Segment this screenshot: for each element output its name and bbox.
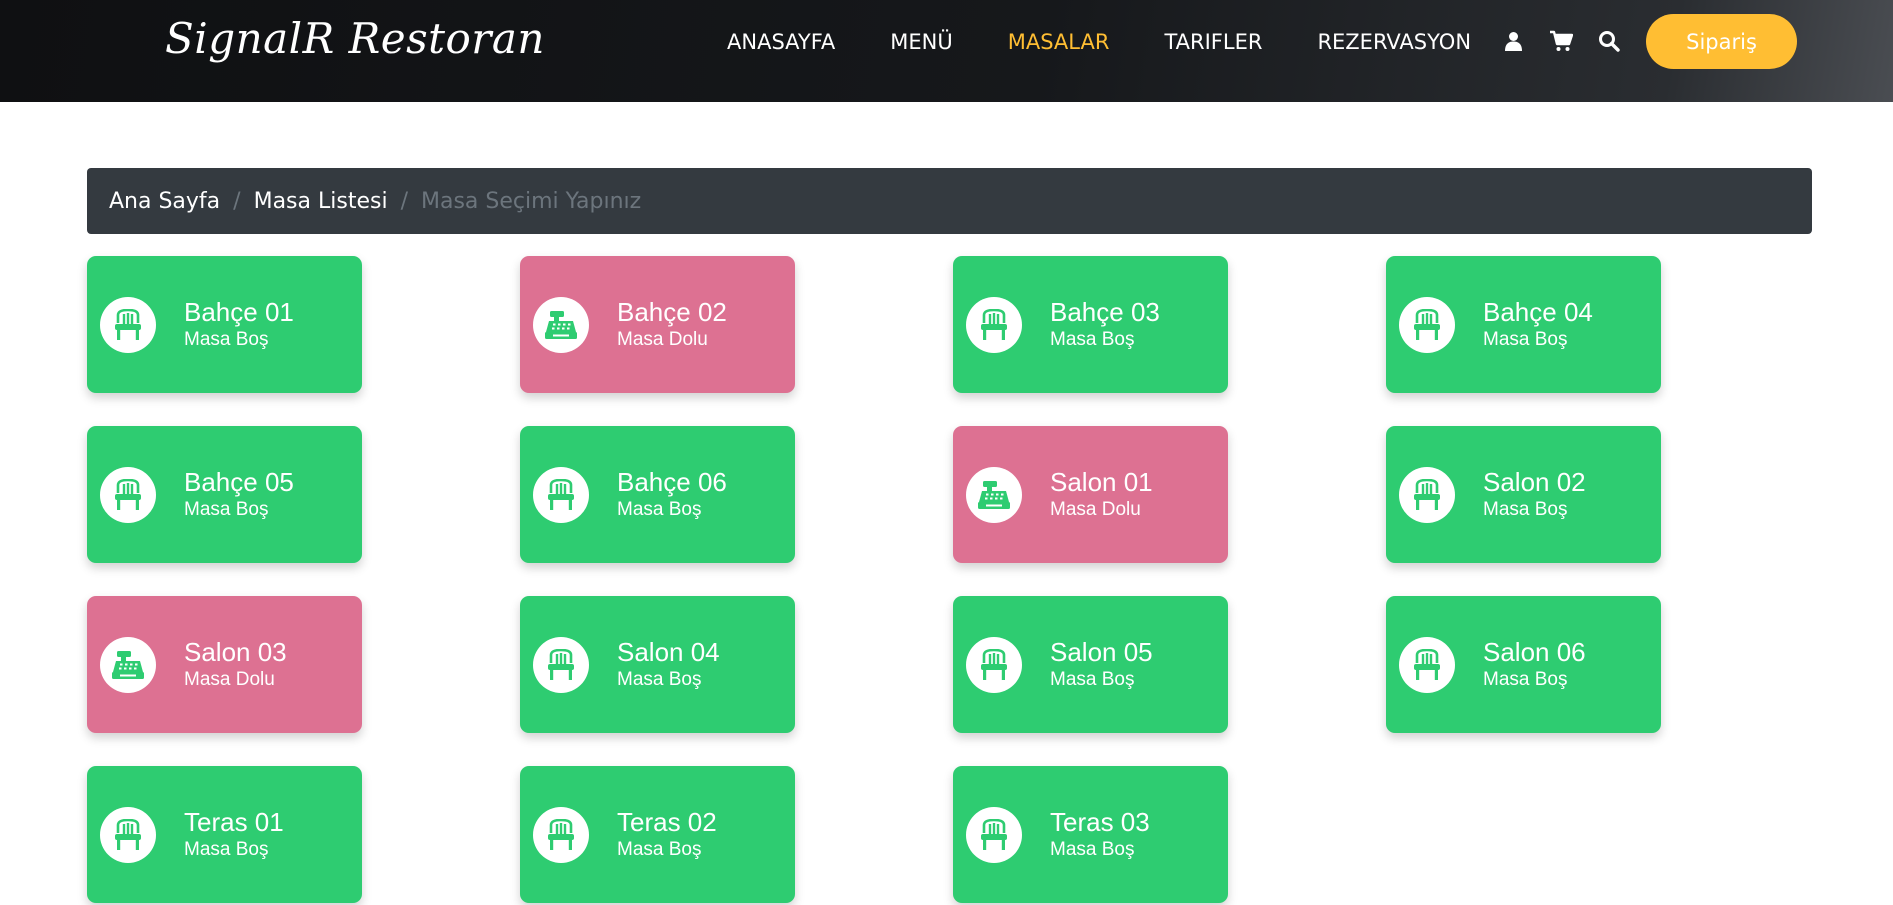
cash-register-icon xyxy=(533,296,589,353)
chair-icon xyxy=(1399,296,1455,353)
chair-icon xyxy=(100,466,156,523)
table-name: Bahçe 04 xyxy=(1483,296,1593,327)
table-card[interactable]: Salon 04 Masa Boş xyxy=(520,596,795,733)
table-card[interactable]: Salon 03 Masa Dolu xyxy=(87,596,362,733)
nav-item-anasayfa[interactable]: ANASAYFA xyxy=(727,30,835,54)
table-card[interactable]: Teras 02 Masa Boş xyxy=(520,766,795,903)
table-status: Masa Boş xyxy=(617,498,702,520)
table-status: Masa Boş xyxy=(184,328,269,350)
user-icon[interactable] xyxy=(1500,28,1526,54)
chair-icon xyxy=(100,296,156,353)
table-name: Bahçe 05 xyxy=(184,466,294,497)
table-card-text: Bahçe 05 Masa Boş xyxy=(184,467,294,523)
table-card[interactable]: Bahçe 03 Masa Boş xyxy=(953,256,1228,393)
table-name: Salon 03 xyxy=(184,636,287,667)
table-status: Masa Boş xyxy=(1050,668,1135,690)
chair-icon xyxy=(1399,466,1455,523)
table-status: Masa Boş xyxy=(1483,328,1568,350)
chair-icon xyxy=(966,636,1022,693)
breadcrumb-separator: / xyxy=(233,188,241,214)
table-name: Teras 03 xyxy=(1050,806,1150,837)
table-name: Salon 04 xyxy=(617,636,720,667)
table-card-text: Salon 06 Masa Boş xyxy=(1483,637,1586,693)
nav-item-tarifler[interactable]: TARIFLER xyxy=(1164,30,1262,54)
table-card-text: Salon 04 Masa Boş xyxy=(617,637,720,693)
table-name: Bahçe 03 xyxy=(1050,296,1160,327)
breadcrumb-separator: / xyxy=(400,188,408,214)
table-status: Masa Dolu xyxy=(617,328,708,350)
nav-item-masalar[interactable]: MASALAR xyxy=(1008,30,1110,54)
order-button[interactable]: Sipariş xyxy=(1646,14,1797,69)
chair-icon xyxy=(1399,636,1455,693)
table-name: Bahçe 02 xyxy=(617,296,727,327)
chair-icon xyxy=(966,806,1022,863)
table-name: Bahçe 06 xyxy=(617,466,727,497)
cart-icon[interactable] xyxy=(1548,28,1574,54)
breadcrumb-current: Masa Seçimi Yapınız xyxy=(420,188,642,214)
table-status: Masa Boş xyxy=(184,838,269,860)
search-icon[interactable] xyxy=(1596,28,1622,54)
brand-logo[interactable]: SignalR Restoran xyxy=(165,14,545,63)
table-card-text: Teras 03 Masa Boş xyxy=(1050,807,1150,863)
table-status: Masa Dolu xyxy=(1050,498,1141,520)
chair-icon xyxy=(533,636,589,693)
nav-icons xyxy=(1500,28,1644,54)
table-name: Bahçe 01 xyxy=(184,296,294,327)
nav-item-rezervasyon[interactable]: REZERVASYON xyxy=(1317,30,1471,54)
table-status: Masa Boş xyxy=(1483,668,1568,690)
breadcrumb: Ana Sayfa / Masa Listesi / Masa Seçimi Y… xyxy=(87,168,1812,234)
table-card[interactable]: Teras 03 Masa Boş xyxy=(953,766,1228,903)
table-name: Salon 01 xyxy=(1050,466,1153,497)
table-card[interactable]: Bahçe 02 Masa Dolu xyxy=(520,256,795,393)
table-card-text: Teras 01 Masa Boş xyxy=(184,807,284,863)
table-status: Masa Boş xyxy=(617,668,702,690)
table-name: Salon 06 xyxy=(1483,636,1586,667)
chair-icon xyxy=(533,806,589,863)
table-card-text: Salon 03 Masa Dolu xyxy=(184,637,287,693)
table-card[interactable]: Bahçe 06 Masa Boş xyxy=(520,426,795,563)
table-card-text: Salon 02 Masa Boş xyxy=(1483,467,1586,523)
table-name: Salon 02 xyxy=(1483,466,1586,497)
table-card[interactable]: Salon 01 Masa Dolu xyxy=(953,426,1228,563)
table-card-text: Bahçe 03 Masa Boş xyxy=(1050,297,1160,353)
table-card[interactable]: Bahçe 05 Masa Boş xyxy=(87,426,362,563)
chair-icon xyxy=(966,296,1022,353)
nav-item-menu[interactable]: MENÜ xyxy=(890,30,952,54)
table-card[interactable]: Salon 02 Masa Boş xyxy=(1386,426,1661,563)
table-name: Teras 01 xyxy=(184,806,284,837)
table-card-text: Bahçe 01 Masa Boş xyxy=(184,297,294,353)
table-card-text: Bahçe 02 Masa Dolu xyxy=(617,297,727,353)
table-status: Masa Dolu xyxy=(184,668,275,690)
main-nav: ANASAYFA MENÜ MASALAR TARIFLER REZERVASY… xyxy=(727,0,1526,84)
table-card-text: Salon 05 Masa Boş xyxy=(1050,637,1153,693)
table-name: Salon 05 xyxy=(1050,636,1153,667)
chair-icon xyxy=(533,466,589,523)
cash-register-icon xyxy=(100,636,156,693)
chair-icon xyxy=(100,806,156,863)
table-card[interactable]: Salon 06 Masa Boş xyxy=(1386,596,1661,733)
table-status: Masa Boş xyxy=(1050,328,1135,350)
table-status: Masa Boş xyxy=(1483,498,1568,520)
table-name: Teras 02 xyxy=(617,806,717,837)
table-card-text: Teras 02 Masa Boş xyxy=(617,807,717,863)
cash-register-icon xyxy=(966,466,1022,523)
table-status: Masa Boş xyxy=(184,498,269,520)
table-card[interactable]: Salon 05 Masa Boş xyxy=(953,596,1228,733)
site-header: SignalR Restoran ANASAYFA MENÜ MASALAR T… xyxy=(0,0,1893,102)
table-card[interactable]: Bahçe 04 Masa Boş xyxy=(1386,256,1661,393)
breadcrumb-home[interactable]: Ana Sayfa xyxy=(109,189,220,214)
table-status: Masa Boş xyxy=(1050,838,1135,860)
table-card-text: Bahçe 06 Masa Boş xyxy=(617,467,727,523)
table-card[interactable]: Bahçe 01 Masa Boş xyxy=(87,256,362,393)
table-grid: Bahçe 01 Masa Boş Bahçe 02 Masa Dolu Bahçe 0… xyxy=(87,256,1661,903)
table-card-text: Bahçe 04 Masa Boş xyxy=(1483,297,1593,353)
table-card-text: Salon 01 Masa Dolu xyxy=(1050,467,1153,523)
breadcrumb-table-list[interactable]: Masa Listesi xyxy=(254,189,388,214)
table-status: Masa Boş xyxy=(617,838,702,860)
table-card[interactable]: Teras 01 Masa Boş xyxy=(87,766,362,903)
